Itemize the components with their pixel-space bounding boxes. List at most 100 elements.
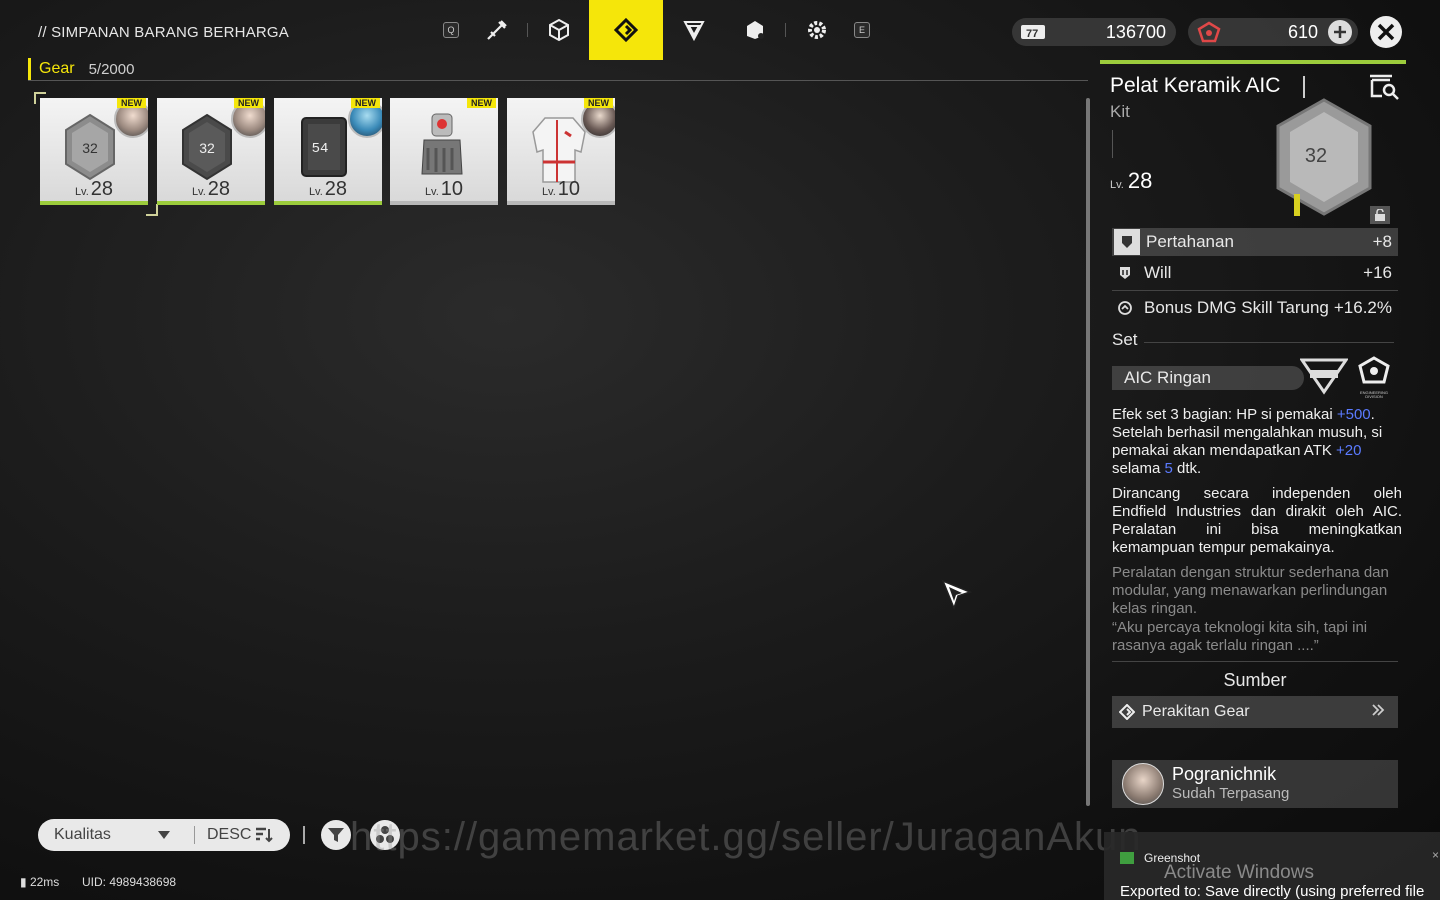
hex-plate-icon: 32 [65,113,115,181]
source-gear-crafting-button[interactable]: Perakitan Gear [1112,696,1398,728]
divider [1112,290,1398,291]
effect-text: Efek set 3 bagian: HP si pemakai [1112,406,1337,423]
sort-order-button[interactable]: DESC [207,826,274,844]
close-icon [1377,23,1395,41]
tab-shield[interactable] [663,0,724,60]
gear-card[interactable]: NEW Lv. 10 [507,98,615,205]
new-badge: NEW [584,98,613,108]
page-title: // SIMPANAN BARANG BERHARGA [38,24,290,41]
sort-control: Kualitas DESC [38,819,290,851]
unlock-icon [1375,209,1385,221]
sort-dropdown-label[interactable]: Kualitas [38,826,158,844]
close-icon[interactable]: × [1432,848,1439,862]
item-level: Lv. 28 [1110,168,1152,194]
item-quote: “Aku percaya teknologi kita sih, tapi in… [1112,619,1368,654]
gear-label: Gear [39,60,75,77]
plate-number: 32 [82,140,98,156]
key-hint: E [854,22,870,38]
tab-settings[interactable] [786,0,847,60]
engineering-division-icon [1358,356,1390,384]
level-prefix: Lv. [424,186,439,198]
equipped-by-card[interactable]: Pogranichnik Sudah Terpasang [1112,760,1398,808]
item-lore: Peralatan dengan struktur sederhana dan … [1112,564,1389,617]
level-value: 10 [440,178,464,200]
divider [194,826,195,844]
add-currency-button[interactable] [1328,20,1352,44]
credit-value: 136700 [1105,21,1166,42]
division-logo-text: ENGINEERING DIVISION [1359,390,1388,399]
armor-box-icon: 54 [301,117,347,177]
stat-name: Will [1144,263,1172,282]
gear-card[interactable]: NEW Lv. 10 [390,98,498,205]
gear-diamond-icon [1112,704,1142,720]
plate-number: 54 [312,141,329,157]
sort-order-label: DESC [207,826,252,843]
activate-windows-text: Activate Windows [1164,862,1314,883]
stat-row: Bonus DMG Skill Tarung +16.2% [1112,294,1398,322]
level-value: 28 [90,178,114,200]
plus-icon [1334,26,1346,38]
owner-info: Pogranichnik Sudah Terpasang [1172,765,1289,803]
tab-weapon[interactable] [466,0,527,60]
key-hint: Q [443,22,459,38]
tab-package[interactable] [724,0,785,60]
effect-value: +20 [1336,442,1362,459]
originium-icon [1196,21,1226,43]
watermark-text: https://gamemarket.gg/seller/JuraganAkun [350,815,1142,859]
lock-button[interactable] [1370,206,1390,224]
filter-button[interactable] [321,820,351,850]
currency-credit[interactable]: 77 136700 [1012,18,1176,46]
tab-material[interactable] [528,0,589,60]
owner-name: Pogranichnik [1172,764,1277,784]
item-level: Lv. 28 [40,178,148,201]
will-icon [1112,260,1138,286]
gear-diamond-icon [614,18,638,42]
cube-icon [548,18,569,42]
stat-value: +8 [1372,232,1392,251]
screenshot-toast[interactable]: Greenshot Activate Windows Exported to: … [1104,832,1440,900]
level-prefix: Lv. [74,186,89,198]
divider [1112,130,1113,158]
level-value: 10 [557,178,581,200]
new-badge: NEW [351,98,380,108]
cursor-icon [941,579,973,611]
source-label: Sumber [1223,670,1287,690]
scrollbar[interactable] [1086,98,1090,806]
item-type: Kit [1110,102,1130,121]
defense-icon [1114,229,1140,255]
stat-value: +16.2% [1333,298,1392,317]
stat-value: +16 [1363,263,1392,282]
category-tabbar: Q E [436,0,877,60]
set-name: AIC Ringan [1112,366,1304,390]
signal-icon: ▮ [20,875,27,889]
item-level: Lv. 10 [390,178,498,201]
level-prefix: Lv. [1110,179,1124,191]
tab-prev-key[interactable]: Q [436,0,466,60]
close-button[interactable] [1370,16,1402,48]
chevron-down-icon[interactable] [158,826,188,844]
set-label: Set [1112,330,1138,349]
new-badge: NEW [117,98,146,108]
gear-card[interactable]: 32 NEW Lv. 28 [40,98,148,205]
gear-card[interactable]: 32 NEW Lv. 28 [157,98,265,205]
chevron-double-right-icon [1370,702,1398,723]
set-effect-text: Efek set 3 bagian: HP si pemakai +500. S… [1112,406,1402,478]
tab-next-key[interactable]: E [847,0,877,60]
cog-icon [807,21,826,39]
triangle-shield-icon [682,21,705,42]
item-name: Pelat Keramik AIC [1110,74,1281,97]
ping-value: 22ms [29,875,60,889]
stat-name: Bonus DMG Skill Tarung [1144,298,1329,317]
level-value: 28 [1127,168,1153,193]
gear-card[interactable]: 54 NEW Lv. 28 [274,98,382,205]
hex-plate-icon: 32 [182,113,232,181]
filter-icon [328,828,344,842]
set-emblem-icon [1300,358,1348,395]
stat-row: Pertahanan +8 [1112,228,1398,256]
plate-number: 32 [199,140,215,156]
tab-gear[interactable] [589,0,663,60]
avatar [1122,763,1164,805]
gear-header: Gear 5/2000 [28,58,134,80]
divider [1144,342,1394,343]
rarity-bar [1100,60,1406,64]
